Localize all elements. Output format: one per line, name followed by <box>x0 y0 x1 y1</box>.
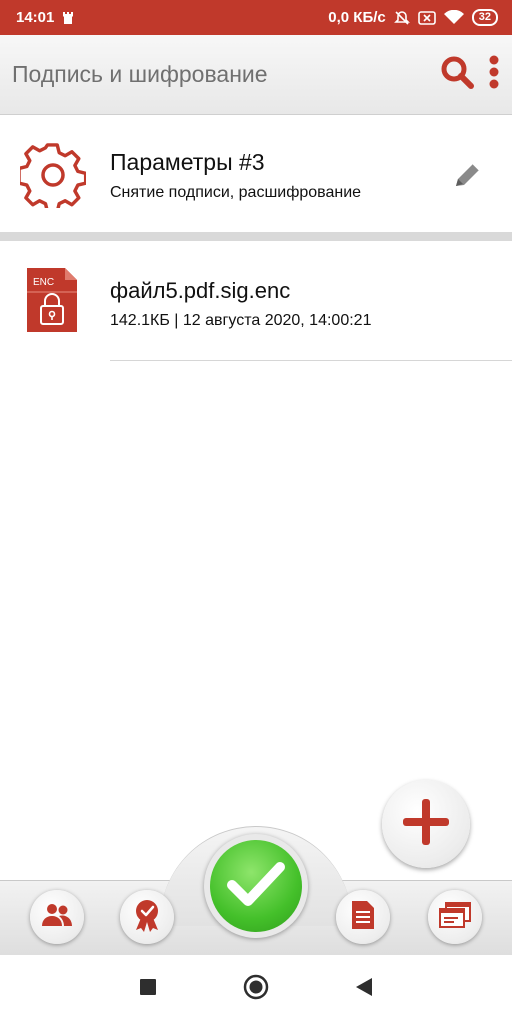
parameters-subtitle: Снятие подписи, расшифрование <box>110 184 362 201</box>
encrypted-file-icon: ENC <box>25 266 79 339</box>
navigation-bar <box>0 955 512 1024</box>
pencil-icon[interactable] <box>450 160 484 199</box>
document-button[interactable] <box>336 890 390 944</box>
checkmark-icon <box>226 859 286 914</box>
contacts-icon <box>41 902 73 933</box>
home-icon[interactable] <box>243 974 269 1005</box>
more-vert-icon[interactable] <box>488 54 500 95</box>
file-meta: 142.1КБ | 12 августа 2020, 14:00:21 <box>110 312 372 329</box>
sim-off-icon <box>417 10 436 25</box>
castle-icon <box>62 11 74 25</box>
add-button[interactable] <box>382 780 470 868</box>
search-icon[interactable] <box>440 55 474 94</box>
battery-icon: 32 <box>471 9 498 26</box>
parameters-card[interactable]: Параметры #3 Снятие подписи, расшифрован… <box>0 116 512 232</box>
parameters-title: Параметры #3 <box>110 149 265 175</box>
page-title: Подпись и шифрование <box>12 61 268 87</box>
svg-text:ENC: ENC <box>33 277 54 288</box>
list-item[interactable]: ENC файл5.pdf.sig.enc 142.1КБ | 12 авгус… <box>0 250 512 362</box>
back-icon[interactable] <box>355 977 373 1002</box>
gear-icon <box>17 142 88 214</box>
file-name: файл5.pdf.sig.enc <box>110 278 291 303</box>
section-divider <box>0 232 512 241</box>
windows-button[interactable] <box>428 890 482 944</box>
alarm-off-icon <box>393 10 410 26</box>
confirm-button[interactable] <box>204 834 308 938</box>
recents-icon[interactable] <box>139 978 157 1001</box>
certificate-icon <box>132 898 162 937</box>
windows-icon <box>438 901 472 934</box>
wifi-icon <box>443 10 464 25</box>
status-bar: 14:01 0,0 КБ/с 32 <box>0 0 512 35</box>
status-time: 14:01 <box>16 9 55 26</box>
app-bar: Подпись и шифрование <box>0 35 512 115</box>
list-divider <box>110 360 512 361</box>
plus-icon <box>399 795 453 854</box>
contacts-button[interactable] <box>30 890 84 944</box>
network-speed: 0,0 КБ/с <box>328 9 386 26</box>
certificate-button[interactable] <box>120 890 174 944</box>
document-icon <box>351 900 375 935</box>
